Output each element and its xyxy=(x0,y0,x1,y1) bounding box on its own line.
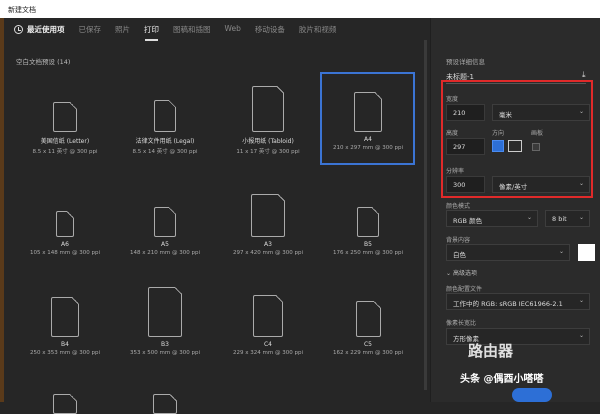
preset-card[interactable]: C4 229 x 324 mm @ 300 ppi xyxy=(220,285,316,356)
preset-name: 小报用纸 (Tabloid) xyxy=(242,138,294,145)
tab-web[interactable]: Web xyxy=(225,24,241,41)
scrollbar[interactable] xyxy=(424,40,427,390)
preset-name: A5 xyxy=(161,241,169,248)
preset-card[interactable]: 小报用纸 (Tabloid) 11 x 17 英寸 @ 300 ppi xyxy=(220,80,316,155)
preset-dims: 162 x 229 mm @ 300 ppi xyxy=(333,350,403,356)
advanced-label: 高级选项 xyxy=(452,270,477,277)
background-value: 白色 xyxy=(453,251,466,259)
preset-card[interactable]: B4 250 x 353 mm @ 300 ppi xyxy=(17,285,113,356)
tab-saved[interactable]: 已保存 xyxy=(79,24,102,41)
advanced-options-toggle[interactable]: ⌄ 高级选项 xyxy=(446,268,477,277)
bit-depth-value: 8 bit xyxy=(552,215,567,223)
document-icon xyxy=(251,194,285,237)
save-preset-icon[interactable]: ⤓ xyxy=(582,70,586,80)
chevron-down-icon: ⌄ xyxy=(578,332,584,339)
preset-dims: 11 x 17 英寸 @ 300 ppi xyxy=(236,149,300,155)
preset-name: B5 xyxy=(364,241,372,248)
preset-card[interactable]: A5 148 x 210 mm @ 300 ppi xyxy=(117,185,213,256)
preset-dims: 8.5 x 14 英寸 @ 300 ppi xyxy=(132,149,198,155)
window-title: 新建文档 xyxy=(0,0,600,18)
color-profile-label: 颜色配置文件 xyxy=(446,286,483,293)
details-title: 预设详细信息 xyxy=(446,58,485,66)
preset-name: 美国信纸 (Letter) xyxy=(40,138,90,145)
tab-print[interactable]: 打印 xyxy=(144,24,159,41)
tab-film[interactable]: 胶片和视频 xyxy=(299,24,337,41)
preset-name: A3 xyxy=(264,241,272,248)
preset-dims: 176 x 250 mm @ 300 ppi xyxy=(333,250,403,256)
highlight-box xyxy=(441,80,593,198)
preset-name: B3 xyxy=(161,341,169,348)
color-mode-value: RGB 颜色 xyxy=(453,217,483,225)
document-icon xyxy=(357,207,379,237)
selected-preset-outline xyxy=(320,72,415,165)
tab-art[interactable]: 图稿和插图 xyxy=(173,24,211,41)
preset-card[interactable]: A3 297 x 420 mm @ 300 ppi xyxy=(220,185,316,256)
preset-dims: 148 x 210 mm @ 300 ppi xyxy=(130,250,200,256)
document-icon xyxy=(148,287,182,337)
category-tabs: 最近使用项 已保存 照片 打印 图稿和插图 Web 移动设备 胶片和视频 xyxy=(14,24,336,41)
section-title: 空白文档预设 (14) xyxy=(16,58,71,66)
document-icon xyxy=(355,301,381,337)
preset-name: 法律文件用纸 (Legal) xyxy=(135,138,195,145)
chevron-down-icon: ⌄ xyxy=(526,214,532,221)
background-select[interactable]: 白色 ⌄ xyxy=(446,244,570,261)
color-mode-select[interactable]: RGB 颜色 ⌄ xyxy=(446,210,538,227)
preset-dims: 105 x 148 mm @ 300 ppi xyxy=(30,250,100,256)
preset-name: A6 xyxy=(61,241,69,248)
document-icon xyxy=(53,394,77,414)
preset-dims: 229 x 324 mm @ 300 ppi xyxy=(233,350,303,356)
tab-photo[interactable]: 照片 xyxy=(115,24,130,41)
watermark-brand: 路由器 xyxy=(468,342,514,360)
color-profile-value: 工作中的 RGB: sRGB IEC61966-2.1 xyxy=(453,300,563,308)
preset-card[interactable]: B5 176 x 250 mm @ 300 ppi xyxy=(320,185,416,256)
background-label: 背景内容 xyxy=(446,237,471,244)
pixel-aspect-label: 像素长宽比 xyxy=(446,320,477,327)
create-button[interactable] xyxy=(512,388,552,402)
document-icon xyxy=(253,295,283,337)
document-icon xyxy=(53,102,77,132)
preset-card[interactable]: 法律文件用纸 (Legal) 8.5 x 14 英寸 @ 300 ppi xyxy=(117,80,213,155)
preset-dims: 250 x 353 mm @ 300 ppi xyxy=(30,350,100,356)
document-icon xyxy=(51,297,79,337)
preset-card[interactable]: C5 162 x 229 mm @ 300 ppi xyxy=(320,285,416,356)
tab-recent[interactable]: 最近使用项 xyxy=(14,24,65,41)
preset-name: B4 xyxy=(61,341,69,348)
preset-card[interactable]: 美国信纸 (Letter) 8.5 x 11 英寸 @ 300 ppi xyxy=(17,80,113,155)
document-icon xyxy=(252,86,284,132)
chevron-down-icon: ⌄ xyxy=(558,248,564,255)
document-icon xyxy=(154,207,176,237)
watermark-sub: 头条 @偶酉小嗒嗒 xyxy=(460,374,544,385)
preset-dims: 297 x 420 mm @ 300 ppi xyxy=(233,250,303,256)
preset-name: C5 xyxy=(363,341,372,348)
color-mode-label: 颜色模式 xyxy=(446,203,471,210)
document-icon xyxy=(153,394,177,414)
clock-icon xyxy=(14,25,23,34)
preset-name: C4 xyxy=(263,341,272,348)
preset-dims: 8.5 x 11 英寸 @ 300 ppi xyxy=(32,149,98,155)
document-icon xyxy=(154,100,176,132)
chevron-down-icon: ⌄ xyxy=(578,297,584,304)
document-icon xyxy=(56,211,74,237)
background-color-swatch[interactable] xyxy=(578,244,595,261)
preset-dims: 353 x 500 mm @ 300 ppi xyxy=(130,350,200,356)
preset-card[interactable]: B3 353 x 500 mm @ 300 ppi xyxy=(117,285,213,356)
bit-depth-select[interactable]: 8 bit ⌄ xyxy=(545,210,590,227)
tab-label: 最近使用项 xyxy=(27,25,65,34)
color-profile-select[interactable]: 工作中的 RGB: sRGB IEC61966-2.1 ⌄ xyxy=(446,293,590,310)
tab-mobile[interactable]: 移动设备 xyxy=(255,24,285,41)
chevron-down-icon: ⌄ xyxy=(578,214,584,221)
preset-card[interactable]: A6 105 x 148 mm @ 300 ppi xyxy=(17,185,113,256)
